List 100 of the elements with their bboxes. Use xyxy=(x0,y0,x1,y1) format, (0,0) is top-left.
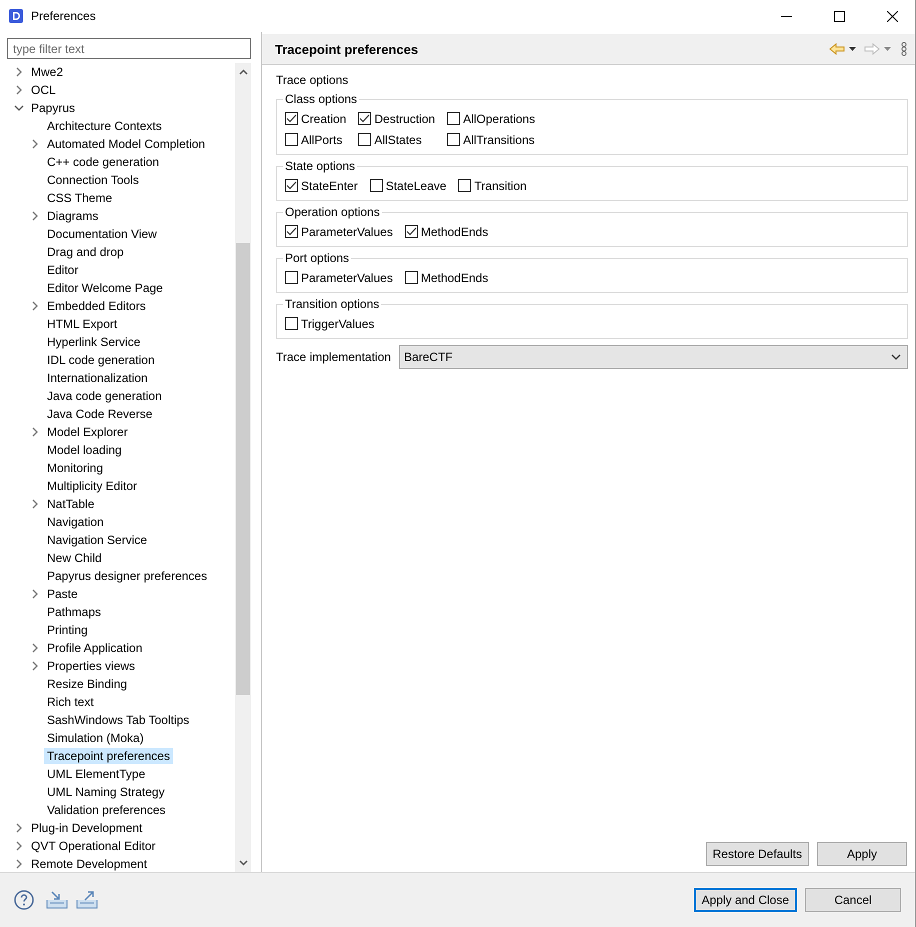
tree-item[interactable]: Papyrus designer preferences xyxy=(44,568,210,584)
chevron-right-icon[interactable] xyxy=(16,859,22,869)
tree-item[interactable]: Tracepoint preferences xyxy=(44,748,173,764)
checkbox[interactable] xyxy=(358,133,372,146)
tree-item[interactable]: Model Explorer xyxy=(44,424,131,440)
tree-item[interactable]: Navigation Service xyxy=(44,532,150,548)
tree-item[interactable]: Paste xyxy=(44,586,81,602)
chevron-right-icon[interactable] xyxy=(16,85,22,95)
filter-field[interactable]: type filter text xyxy=(7,38,251,59)
tree-item[interactable]: Profile Application xyxy=(44,640,146,656)
tree-item[interactable]: Diagrams xyxy=(44,208,102,224)
checkbox[interactable] xyxy=(447,112,460,125)
chevron-right-icon[interactable] xyxy=(32,661,38,671)
checkbox[interactable] xyxy=(285,133,298,146)
tree-item[interactable]: C++ code generation xyxy=(44,154,162,170)
tree-item[interactable]: Mwe2 xyxy=(28,64,66,80)
cancel-button[interactable]: Cancel xyxy=(805,888,901,912)
checkbox-label[interactable]: Transition xyxy=(474,178,527,192)
tree-item[interactable]: QVT Operational Editor xyxy=(28,838,159,854)
tree-item[interactable]: Internationalization xyxy=(44,370,151,386)
checkbox[interactable] xyxy=(285,271,298,284)
tree-item[interactable]: Papyrus xyxy=(28,100,78,116)
tree-item[interactable]: Automated Model Completion xyxy=(44,136,208,152)
tree-item[interactable]: Monitoring xyxy=(44,460,106,476)
scroll-up-icon[interactable] xyxy=(238,69,248,75)
apply-button[interactable]: Apply xyxy=(817,842,907,866)
checkbox-label[interactable]: AllOperations xyxy=(463,112,536,126)
chevron-right-icon[interactable] xyxy=(32,643,38,653)
tree-item[interactable]: Multiplicity Editor xyxy=(44,478,140,494)
checkbox[interactable] xyxy=(358,112,372,125)
checkbox[interactable] xyxy=(447,133,460,146)
checkbox[interactable] xyxy=(285,179,298,192)
checkbox[interactable] xyxy=(285,317,298,330)
tree-item[interactable]: Navigation xyxy=(44,514,107,530)
tree-item[interactable]: Rich text xyxy=(44,694,97,710)
tree-item[interactable]: Connection Tools xyxy=(44,172,142,188)
restore-defaults-button[interactable]: Restore Defaults xyxy=(706,842,809,866)
tree-item[interactable]: NatTable xyxy=(44,496,98,512)
chevron-down-icon[interactable] xyxy=(14,105,24,111)
export-icon[interactable] xyxy=(76,890,98,910)
apply-and-close-button[interactable]: Apply and Close xyxy=(694,888,797,912)
checkbox-label[interactable]: AllTransitions xyxy=(463,132,535,146)
tree-item[interactable]: CSS Theme xyxy=(44,190,116,206)
tree-item[interactable]: SashWindows Tab Tooltips xyxy=(44,712,192,728)
checkbox-label[interactable]: ParameterValues xyxy=(301,270,393,284)
close-icon[interactable] xyxy=(886,10,898,22)
tree-item[interactable]: Simulation (Moka) xyxy=(44,730,147,746)
tree-item[interactable]: Architecture Contexts xyxy=(44,118,165,134)
maximize-icon[interactable] xyxy=(834,10,844,22)
tree-item[interactable]: UML ElementType xyxy=(44,766,148,782)
tree-item[interactable]: Remote Development xyxy=(28,856,150,872)
chevron-right-icon[interactable] xyxy=(32,499,38,509)
checkbox[interactable] xyxy=(285,225,298,238)
checkbox-label[interactable]: AllPorts xyxy=(301,132,342,146)
more-options-icon[interactable] xyxy=(901,42,907,56)
tree-item[interactable]: Java code generation xyxy=(44,388,165,404)
tree-item[interactable]: Editor Welcome Page xyxy=(44,280,166,296)
checkbox-label[interactable]: AllStates xyxy=(374,132,422,146)
scroll-thumb[interactable] xyxy=(236,243,250,695)
help-icon[interactable] xyxy=(14,890,34,910)
tree-item[interactable]: Properties views xyxy=(44,658,138,674)
tree-item[interactable]: IDL code generation xyxy=(44,352,158,368)
chevron-right-icon[interactable] xyxy=(16,841,22,851)
chevron-right-icon[interactable] xyxy=(32,301,38,311)
tree-item[interactable]: New Child xyxy=(44,550,105,566)
scroll-down-icon[interactable] xyxy=(238,860,248,866)
tree-item[interactable]: Drag and drop xyxy=(44,244,127,260)
chevron-right-icon[interactable] xyxy=(32,139,38,149)
tree-item[interactable]: OCL xyxy=(28,82,59,98)
checkbox-label[interactable]: StateEnter xyxy=(301,178,358,192)
checkbox-label[interactable]: MethodEnds xyxy=(420,270,488,284)
chevron-right-icon[interactable] xyxy=(16,823,22,833)
tree-item[interactable]: Model loading xyxy=(44,442,125,458)
import-icon[interactable] xyxy=(46,890,68,910)
tree-item[interactable]: Java Code Reverse xyxy=(44,406,156,422)
checkbox-label[interactable]: TriggerValues xyxy=(301,316,374,330)
tree-item[interactable]: Hyperlink Service xyxy=(44,334,144,350)
tree-item[interactable]: UML Naming Strategy xyxy=(44,784,168,800)
tree-item[interactable]: Plug-in Development xyxy=(28,820,146,836)
scrollbar[interactable] xyxy=(235,63,251,872)
checkbox[interactable] xyxy=(370,179,383,192)
checkbox[interactable] xyxy=(404,271,418,284)
tree-item[interactable]: Printing xyxy=(44,622,91,638)
checkbox-label[interactable]: Creation xyxy=(301,112,346,126)
tree-item[interactable]: Validation preferences xyxy=(44,802,169,818)
checkbox-label[interactable]: Destruction xyxy=(374,112,436,126)
chevron-right-icon[interactable] xyxy=(32,427,38,437)
tree-item[interactable]: Embedded Editors xyxy=(44,298,149,314)
checkbox[interactable] xyxy=(285,112,298,125)
dropdown-icon[interactable] xyxy=(849,47,856,51)
checkbox[interactable] xyxy=(458,179,472,192)
chevron-right-icon[interactable] xyxy=(16,67,22,77)
chevron-right-icon[interactable] xyxy=(32,211,38,221)
checkbox-label[interactable]: ParameterValues xyxy=(301,224,393,238)
tree-item[interactable]: HTML Export xyxy=(44,316,120,332)
checkbox[interactable] xyxy=(404,225,418,238)
checkbox-label[interactable]: StateLeave xyxy=(386,178,446,192)
tree-item[interactable]: Documentation View xyxy=(44,226,160,242)
chevron-right-icon[interactable] xyxy=(32,589,38,599)
checkbox-label[interactable]: MethodEnds xyxy=(420,224,488,238)
